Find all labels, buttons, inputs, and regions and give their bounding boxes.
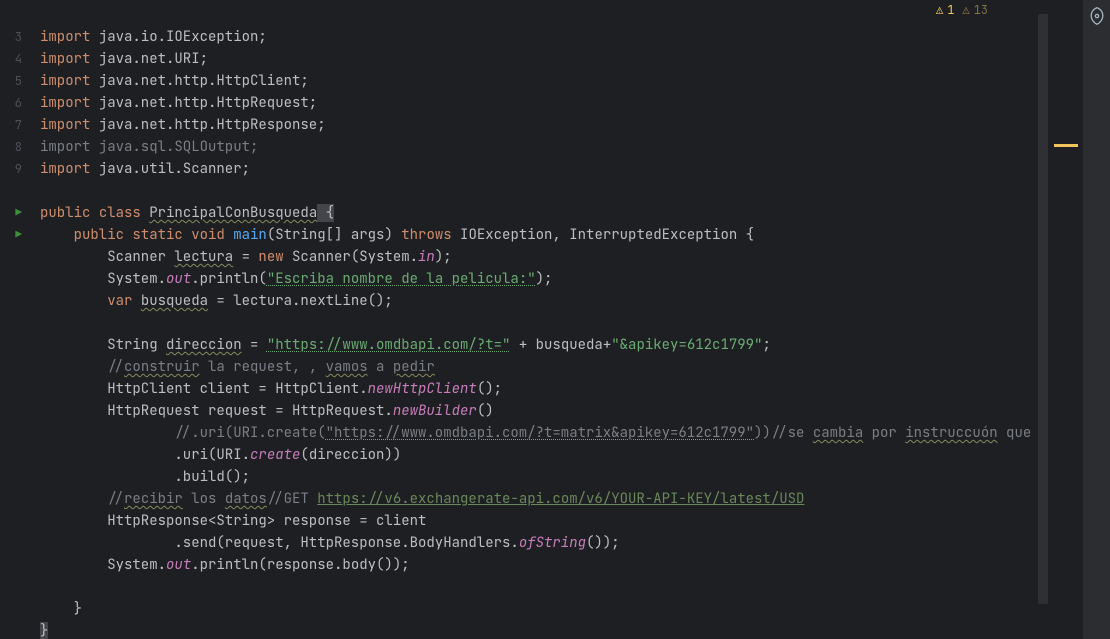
code-line[interactable]: import java.net.http.HttpClient;: [40, 70, 1036, 92]
code-line[interactable]: }: [40, 598, 1036, 620]
line-number[interactable]: [0, 356, 28, 378]
code-line[interactable]: public class PrincipalConBusqueda {: [40, 202, 1036, 224]
code-line[interactable]: HttpRequest request = HttpRequest.newBui…: [40, 400, 1036, 422]
code-line[interactable]: String direccion = "https://www.omdbapi.…: [40, 334, 1036, 356]
right-gutter: [1036, 0, 1082, 639]
code-line[interactable]: //recibir los datos//GET https://v6.exch…: [40, 488, 1036, 510]
line-number[interactable]: [0, 554, 28, 576]
scroll-thumb[interactable]: [1038, 14, 1048, 604]
code-line[interactable]: import java.net.http.HttpRequest;: [40, 92, 1036, 114]
line-number[interactable]: [0, 312, 28, 334]
editor-wrap: ⚠ 1 ⚠ 13 import java.io.IOException; imp…: [28, 0, 1082, 639]
line-number[interactable]: [0, 488, 28, 510]
code-line[interactable]: import java.net.URI;: [40, 48, 1036, 70]
code-line[interactable]: import java.net.http.HttpResponse;: [40, 114, 1036, 136]
code-line[interactable]: [40, 180, 1036, 202]
line-number[interactable]: 3: [0, 26, 28, 48]
line-number-run[interactable]: ▶: [0, 202, 28, 224]
warning-marker[interactable]: [1054, 144, 1078, 147]
line-number[interactable]: [0, 466, 28, 488]
line-number-run[interactable]: ▶: [0, 224, 28, 246]
code-line[interactable]: [40, 312, 1036, 334]
code-line[interactable]: import java.util.Scanner;: [40, 158, 1036, 180]
line-number[interactable]: [0, 268, 28, 290]
code-line[interactable]: Scanner lectura = new Scanner(System.in)…: [40, 246, 1036, 268]
line-number[interactable]: [0, 510, 28, 532]
code-line[interactable]: import java.io.IOException;: [40, 26, 1036, 48]
code-line[interactable]: }: [40, 620, 1036, 639]
ai-assistant-icon[interactable]: [1087, 6, 1107, 26]
run-icon[interactable]: ▶: [15, 228, 22, 242]
code-line[interactable]: public static void main(String[] args) t…: [40, 224, 1036, 246]
line-number[interactable]: 6: [0, 92, 28, 114]
weak-warning-badge[interactable]: ⚠ 13: [962, 2, 988, 18]
line-number[interactable]: [0, 598, 28, 620]
warning-count: 1: [947, 2, 954, 18]
line-number[interactable]: [0, 290, 28, 312]
ide-root: 3 4 5 6 7 8 9 ▶ ▶ ⚠ 1 ⚠ 13: [0, 0, 1110, 639]
right-toolbar: [1082, 0, 1110, 639]
line-number[interactable]: [0, 444, 28, 466]
line-number-gutter[interactable]: 3 4 5 6 7 8 9 ▶ ▶: [0, 0, 28, 639]
weak-warning-count: 13: [974, 2, 988, 18]
inspections-widget[interactable]: ⚠ 1 ⚠ 13: [936, 0, 988, 20]
code-line[interactable]: //.uri(URI.create("https://www.omdbapi.c…: [40, 422, 1036, 444]
vertical-scrollbar[interactable]: [1038, 8, 1048, 631]
line-number[interactable]: [0, 180, 28, 202]
code-line[interactable]: .send(request, HttpResponse.BodyHandlers…: [40, 532, 1036, 554]
warning-badge[interactable]: ⚠ 1: [936, 2, 954, 18]
line-number[interactable]: [0, 334, 28, 356]
line-number[interactable]: [0, 422, 28, 444]
code-editor[interactable]: ⚠ 1 ⚠ 13 import java.io.IOException; imp…: [28, 0, 1036, 639]
code-line[interactable]: var busqueda = lectura.nextLine();: [40, 290, 1036, 312]
code-line[interactable]: [40, 576, 1036, 598]
line-number[interactable]: [0, 378, 28, 400]
line-number[interactable]: 9: [0, 158, 28, 180]
line-number[interactable]: [0, 576, 28, 598]
code-line[interactable]: System.out.println(response.body());: [40, 554, 1036, 576]
code-line[interactable]: .build();: [40, 466, 1036, 488]
line-number[interactable]: [0, 246, 28, 268]
code-line[interactable]: HttpResponse<String> response = client: [40, 510, 1036, 532]
line-number[interactable]: 7: [0, 114, 28, 136]
line-number[interactable]: [0, 532, 28, 554]
code-line[interactable]: System.out.println("Escriba nombre de la…: [40, 268, 1036, 290]
line-number[interactable]: 4: [0, 48, 28, 70]
code-line[interactable]: import java.sql.SQLOutput;: [40, 136, 1036, 158]
line-number[interactable]: [0, 400, 28, 422]
line-number[interactable]: 8: [0, 136, 28, 158]
line-number[interactable]: 5: [0, 70, 28, 92]
line-number[interactable]: [0, 620, 28, 639]
code-line[interactable]: //construir la request, , vamos a pedir: [40, 356, 1036, 378]
code-line[interactable]: .uri(URI.create(direccion)): [40, 444, 1036, 466]
run-icon[interactable]: ▶: [15, 206, 22, 220]
code-line[interactable]: HttpClient client = HttpClient.newHttpCl…: [40, 378, 1036, 400]
